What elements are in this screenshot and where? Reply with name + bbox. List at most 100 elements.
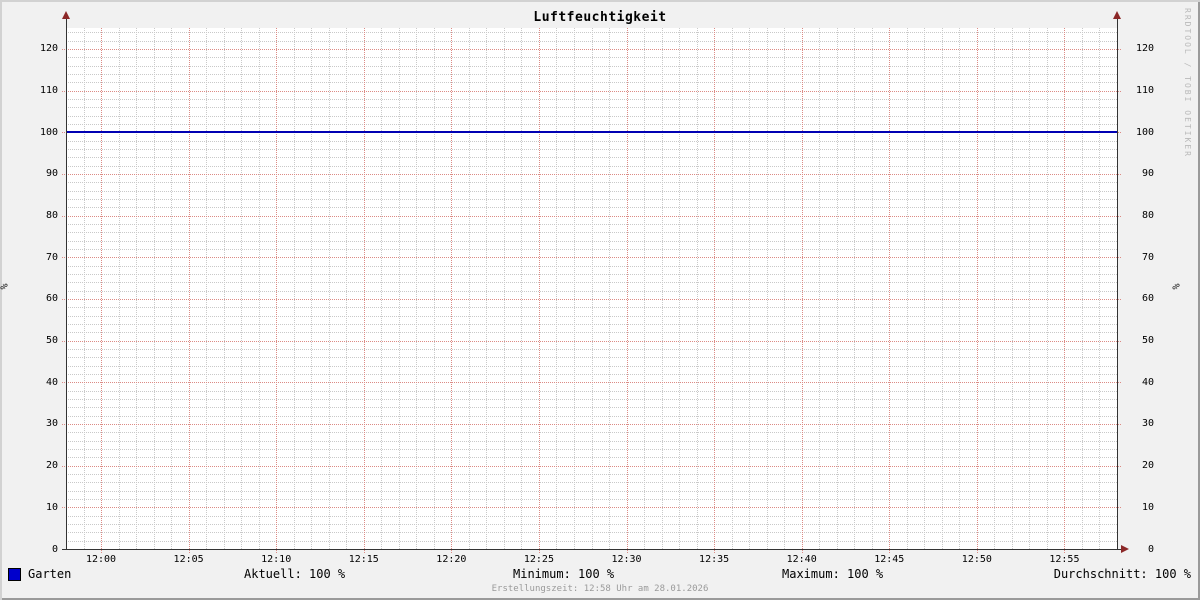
y-unit-label-right: % [1169, 283, 1181, 290]
gridline-v-major [101, 28, 103, 553]
gridline-h-major [62, 298, 1121, 300]
x-tick-label: 12:35 [699, 554, 730, 565]
y-tick-label-right: 30 [1141, 418, 1154, 430]
gridline-v-minor [941, 28, 943, 549]
gridline-v-major [363, 28, 365, 553]
y-tick-label-right: 10 [1141, 501, 1154, 513]
gridline-h-major [62, 382, 1121, 384]
gridline-v-minor [346, 28, 348, 549]
y-tick-label-right: 40 [1141, 376, 1154, 388]
gridline-v-major [889, 28, 891, 553]
gridline-v-minor [381, 28, 383, 549]
gridline-v-minor [398, 28, 400, 549]
gridline-h-major [62, 90, 1121, 92]
gridline-v-minor [819, 28, 821, 549]
gridline-h-major [62, 423, 1121, 425]
y-tick-label-right: 80 [1141, 210, 1154, 222]
stat-durchschnitt: Durchschnitt: 100 % [1053, 567, 1191, 581]
y-tick-label-right: 110 [1135, 85, 1154, 97]
grid-layer: 0 0 10 10 20 20 30 30 40 40 50 50 60 60 70 70 80 80 90 90 10… [0, 0, 1200, 600]
rrdtool-watermark: RRDTOOL / TOBI OETIKER [1183, 8, 1192, 158]
stat-aktuell: Aktuell: 100 % [244, 567, 346, 581]
gridline-v-minor [661, 28, 663, 549]
series-line-garten [66, 131, 1117, 134]
y-tick-label-left: 110 [39, 85, 58, 97]
gridline-v-minor [311, 28, 313, 549]
gridline-v-minor [906, 28, 908, 549]
y-tick-label-left: 90 [45, 168, 58, 180]
gridline-v-minor [573, 28, 575, 549]
gridline-v-minor [836, 28, 838, 549]
y-axis-arrow-right-icon [1113, 11, 1121, 19]
y-tick-label-right: 70 [1141, 251, 1154, 263]
y-tick-label-left: 100 [39, 126, 58, 138]
x-tick-label: 12:30 [611, 554, 642, 565]
gridline-v-minor [468, 28, 470, 549]
gridline-h-major [62, 215, 1121, 217]
x-tick-label: 12:40 [786, 554, 817, 565]
stat-minimum: Minimum: 100 % [513, 567, 615, 581]
x-tick-label: 12:25 [523, 554, 554, 565]
gridline-v-minor [521, 28, 523, 549]
creation-time-label: Erstellungszeit: 12:58 Uhr am 28.01.2026 [491, 584, 709, 594]
y-tick-label-left: 80 [45, 210, 58, 222]
gridline-v-minor [223, 28, 225, 549]
gridline-v-minor [679, 28, 681, 549]
gridline-h-major [62, 507, 1121, 509]
gridline-v-minor [118, 28, 120, 549]
gridline-v-minor [784, 28, 786, 549]
gridline-v-minor [749, 28, 751, 549]
stat-maximum: Maximum: 100 % [782, 567, 884, 581]
y-tick-label-right: 50 [1141, 335, 1154, 347]
gridline-v-minor [556, 28, 558, 549]
gridline-h-major [62, 48, 1121, 50]
y-axis-arrow-left-icon [62, 11, 70, 19]
x-tick-label: 12:20 [436, 554, 467, 565]
gridline-v-minor [1099, 28, 1101, 549]
x-tick-label: 12:50 [961, 554, 992, 565]
legend-series-label: Garten [28, 567, 72, 581]
gridline-v-major [276, 28, 278, 553]
gridline-v-minor [1046, 28, 1048, 549]
gridline-v-major [801, 28, 803, 553]
gridline-v-minor [924, 28, 926, 549]
gridline-v-minor [136, 28, 138, 549]
y-tick-label-left: 60 [45, 293, 58, 305]
y-tick-label-left: 20 [45, 460, 58, 472]
x-tick-label: 12:55 [1049, 554, 1080, 565]
gridline-v-minor [644, 28, 646, 549]
gridline-v-minor [153, 28, 155, 549]
gridline-v-minor [83, 28, 85, 549]
gridline-v-major [451, 28, 453, 553]
gridline-v-minor [486, 28, 488, 549]
y-axis-right [1117, 16, 1118, 549]
y-tick-label-right: 120 [1135, 43, 1154, 55]
gridline-v-minor [206, 28, 208, 549]
x-tick-label: 12:00 [85, 554, 117, 565]
gridline-v-minor [1081, 28, 1083, 549]
gridline-v-minor [731, 28, 733, 549]
y-tick-label-right: 60 [1141, 293, 1154, 305]
gridline-v-minor [1029, 28, 1031, 549]
gridline-v-minor [1011, 28, 1013, 549]
x-tick-label: 12:45 [874, 554, 905, 565]
rrdtool-graph: Luftfeuchtigkeit 0 0 10 10 20 20 30 30 40 40 50 50 6… [0, 0, 1200, 600]
y-unit-label-left: % [0, 283, 11, 290]
gridline-v-minor [503, 28, 505, 549]
gridline-v-minor [871, 28, 873, 549]
x-axis-arrow-icon [1121, 545, 1129, 553]
y-tick-label-left: 50 [45, 335, 58, 347]
y-tick-label-left: 120 [39, 43, 58, 55]
gridline-v-major [714, 28, 716, 553]
gridline-v-major [188, 28, 190, 553]
gridline-v-minor [433, 28, 435, 549]
y-tick-label-right: 20 [1141, 460, 1154, 472]
gridline-v-major [538, 28, 540, 553]
gridline-h-major [62, 340, 1121, 342]
gridline-v-minor [959, 28, 961, 549]
gridline-v-minor [766, 28, 768, 549]
y-tick-label-right: 100 [1135, 126, 1154, 138]
gridline-v-minor [241, 28, 243, 549]
x-tick-label: 12:15 [348, 554, 379, 565]
y-tick-label-right: 90 [1141, 168, 1154, 180]
